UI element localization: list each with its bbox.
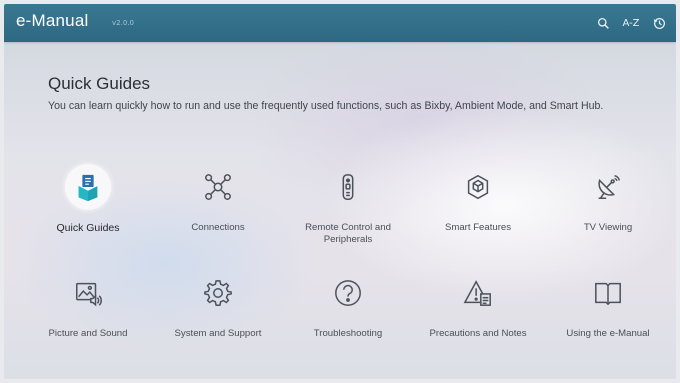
category-remote-control[interactable]: Remote Control and Peripherals <box>282 160 414 272</box>
category-label: System and Support <box>174 328 262 339</box>
category-label: Quick Guides <box>56 222 120 234</box>
category-label: Smart Features <box>444 222 512 233</box>
picture-sound-icon <box>65 270 111 316</box>
category-connections[interactable]: Connections <box>152 160 284 272</box>
category-tv-viewing[interactable]: TV Viewing <box>542 160 674 272</box>
header-actions: A-Z <box>594 15 668 31</box>
category-label: Connections <box>191 222 245 233</box>
category-smart-features[interactable]: Smart Features <box>412 160 544 272</box>
warning-icon <box>455 270 501 316</box>
category-grid: Quick Guides Connections Remote Control … <box>16 160 676 378</box>
category-label: Using the e-Manual <box>566 328 650 339</box>
category-label: Picture and Sound <box>48 328 128 339</box>
category-label: Remote Control and Peripherals <box>305 222 391 245</box>
category-precautions[interactable]: Precautions and Notes <box>412 266 544 378</box>
connections-icon <box>195 164 241 210</box>
header-bar: e-Manual v2.0.0 A-Z <box>4 4 676 42</box>
page-title: Quick Guides <box>48 74 151 93</box>
satellite-dish-icon <box>585 164 631 210</box>
recent-history-icon[interactable] <box>650 15 668 31</box>
smart-features-icon <box>455 164 501 210</box>
remote-control-icon <box>325 164 371 210</box>
category-picture-sound[interactable]: Picture and Sound <box>22 266 154 378</box>
page-description: You can learn quickly how to run and use… <box>48 100 604 112</box>
search-icon[interactable] <box>594 15 612 31</box>
category-row: Picture and Sound System and Support Tro… <box>16 266 676 378</box>
quick-guides-icon <box>65 164 111 210</box>
category-system-support[interactable]: System and Support <box>152 266 284 378</box>
category-label: Precautions and Notes <box>429 328 527 339</box>
e-manual-screen: e-Manual v2.0.0 A-Z Quick Guides You can… <box>4 4 676 379</box>
book-icon <box>585 270 631 316</box>
category-label: TV Viewing <box>583 222 633 233</box>
a-z-index-icon[interactable]: A-Z <box>622 15 640 31</box>
category-quick-guides[interactable]: Quick Guides <box>22 160 154 272</box>
category-troubleshooting[interactable]: Troubleshooting <box>282 266 414 378</box>
app-version: v2.0.0 <box>112 19 134 27</box>
category-using-e-manual[interactable]: Using the e-Manual <box>542 266 674 378</box>
gear-icon <box>195 270 241 316</box>
category-row: Quick Guides Connections Remote Control … <box>16 160 676 272</box>
category-label: Troubleshooting <box>313 328 383 339</box>
app-title: e-Manual <box>16 11 89 30</box>
question-icon <box>325 270 371 316</box>
